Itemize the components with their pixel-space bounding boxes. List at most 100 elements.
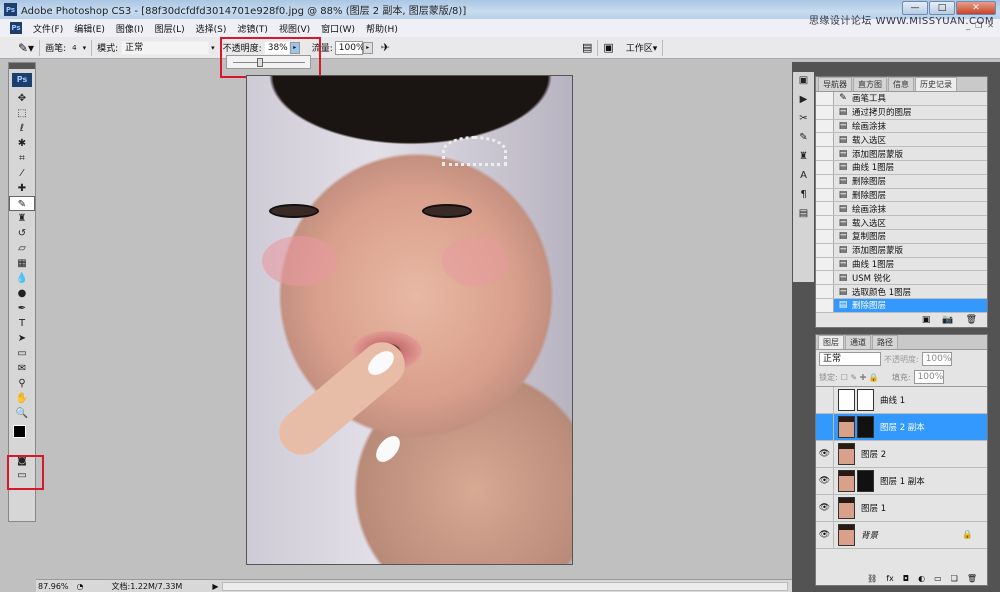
tab-history-panel-1[interactable]: 直方图	[853, 77, 887, 91]
slice-tool-icon[interactable]: ⁄	[9, 166, 35, 181]
tab-history-panel-3[interactable]: 历史记录	[915, 77, 957, 91]
tab-layers-panel-2[interactable]: 路径	[872, 335, 898, 349]
history-item[interactable]: ✎ 画笔工具	[816, 92, 987, 106]
tools-panel-grip[interactable]	[9, 63, 35, 69]
history-brush-tool-icon[interactable]: ↺	[9, 226, 35, 241]
brush-tool-icon[interactable]: ✎▾	[18, 41, 34, 55]
brush-tool-icon[interactable]: ✎	[9, 196, 35, 211]
add-mask-icon[interactable]: ◘	[903, 574, 909, 583]
marquee-tool-icon[interactable]: ⬚	[9, 106, 35, 121]
zoom-level[interactable]: 87.96%	[38, 582, 69, 591]
layer-comps-icon[interactable]: ▤	[794, 208, 813, 224]
history-item[interactable]: ▤ 复制图层	[816, 229, 987, 244]
magic-wand-tool-icon[interactable]: ✱	[9, 136, 35, 151]
tab-history-panel-2[interactable]: 信息	[888, 77, 914, 91]
palette-well-icon[interactable]: ▤	[582, 41, 592, 54]
fill-input[interactable]: 100%	[913, 370, 944, 384]
new-group-icon[interactable]: ▭	[934, 574, 942, 583]
menu-image[interactable]: 图像(I)	[116, 22, 144, 35]
lock-icons[interactable]: ☐ ✎ ✚ 🔒	[841, 373, 879, 382]
flow-slider-toggle[interactable]: ▸	[362, 41, 373, 54]
horizontal-scrollbar[interactable]	[222, 581, 788, 591]
pen-tool-icon[interactable]: ✒	[9, 301, 35, 316]
status-menu-icon[interactable]: ◔	[77, 582, 84, 591]
tab-layers-panel-0[interactable]: 图层	[818, 335, 844, 349]
history-snapshot-checkbox[interactable]	[816, 285, 834, 298]
history-item[interactable]: ▤ 删除图层	[816, 188, 987, 203]
layer-opacity-input[interactable]: 100%	[921, 352, 952, 366]
type-tool-icon[interactable]: T	[9, 316, 35, 331]
adjustment-layer-icon[interactable]: ◐	[918, 574, 925, 583]
clone-source-icon[interactable]: ♜	[794, 151, 813, 167]
tab-history-panel-0[interactable]: 导航器	[818, 77, 852, 91]
hand-tool-icon[interactable]: ✋	[9, 391, 35, 406]
visibility-eye-icon[interactable]	[816, 414, 834, 440]
paragraph-icon[interactable]: ¶	[794, 189, 813, 205]
history-item[interactable]: ▤ 添加图层蒙版	[816, 243, 987, 258]
visibility-eye-icon[interactable]: 👁	[816, 441, 834, 467]
menu-window[interactable]: 窗口(W)	[321, 22, 355, 35]
history-item[interactable]: ▤ USM 锐化	[816, 271, 987, 286]
delete-layer-icon[interactable]: 🗑	[967, 574, 977, 583]
mode-dropdown-icon[interactable]: ▾	[211, 44, 215, 52]
layer-row[interactable]: 曲线 1	[816, 387, 987, 414]
new-layer-icon[interactable]: ❏	[951, 574, 958, 583]
history-snapshot-checkbox[interactable]	[816, 188, 834, 202]
ps-logo-icon[interactable]: Ps	[12, 73, 32, 87]
shape-tool-icon[interactable]: ▭	[9, 346, 35, 361]
history-item[interactable]: ▤ 删除图层	[816, 174, 987, 189]
menu-file[interactable]: 文件(F)	[33, 22, 63, 35]
link-layers-icon[interactable]: ⛓	[867, 574, 877, 583]
history-snapshot-checkbox[interactable]	[816, 92, 834, 105]
visibility-eye-icon[interactable]: 👁	[816, 495, 834, 521]
blend-mode-select[interactable]: 正常	[819, 352, 881, 366]
visibility-eye-icon[interactable]	[816, 387, 834, 413]
menu-view[interactable]: 视图(V)	[279, 22, 310, 35]
history-snapshot-checkbox[interactable]	[816, 105, 834, 119]
history-snapshot-checkbox[interactable]	[816, 243, 834, 257]
history-item[interactable]: ▤ 绘画涂抹	[816, 202, 987, 217]
snapshot-icon[interactable]: 📷	[942, 315, 953, 325]
brushes-icon[interactable]: ✎	[794, 132, 813, 148]
eraser-tool-icon[interactable]: ▱	[9, 241, 35, 256]
layer-row[interactable]: 👁 图层 2	[816, 441, 987, 468]
history-snapshot-checkbox[interactable]	[816, 257, 834, 271]
history-snapshot-checkbox[interactable]	[816, 160, 834, 174]
crop-tool-icon[interactable]: ⌗	[9, 151, 35, 166]
actions-icon[interactable]: ▣	[794, 75, 813, 91]
layer-row[interactable]: 👁 图层 1 副本	[816, 468, 987, 495]
history-snapshot-checkbox[interactable]	[816, 271, 834, 285]
history-item[interactable]: ▤ 曲线 1图层	[816, 160, 987, 175]
layer-row[interactable]: 👁 图层 1	[816, 495, 987, 522]
history-snapshot-checkbox[interactable]	[816, 133, 834, 147]
tool-presets-icon[interactable]: ✂	[794, 113, 813, 129]
history-item[interactable]: ▤ 载入选区	[816, 133, 987, 148]
layer-style-icon[interactable]: fx	[886, 574, 894, 583]
gradient-tool-icon[interactable]: ▦	[9, 256, 35, 271]
delete-state-icon[interactable]: 🗑	[966, 315, 977, 325]
menu-select[interactable]: 选择(S)	[196, 22, 227, 35]
history-item[interactable]: ▤ 绘画涂抹	[816, 119, 987, 134]
new-document-from-state-icon[interactable]: ▣	[922, 315, 931, 325]
history-item[interactable]: ▤ 添加图层蒙版	[816, 147, 987, 161]
play-icon[interactable]: ▶	[794, 94, 813, 110]
menu-help[interactable]: 帮助(H)	[366, 22, 398, 35]
flow-input[interactable]: 100%	[334, 40, 365, 55]
history-item[interactable]: ▤ 通过拷贝的图层	[816, 105, 987, 120]
brush-size[interactable]: 4	[72, 44, 76, 52]
status-arrow-icon[interactable]: ▶	[212, 582, 218, 591]
history-snapshot-checkbox[interactable]	[816, 298, 834, 312]
menu-layer[interactable]: 图层(L)	[155, 22, 185, 35]
history-snapshot-checkbox[interactable]	[816, 174, 834, 188]
history-item[interactable]: ▤ 曲线 1图层	[816, 257, 987, 272]
layer-row[interactable]: 👁 背景 🔒	[816, 522, 987, 549]
character-icon[interactable]: A	[794, 170, 813, 186]
mode-select[interactable]: 正常	[121, 40, 210, 55]
menu-edit[interactable]: 编辑(E)	[74, 22, 105, 35]
history-item[interactable]: ▤ 载入选区	[816, 216, 987, 230]
move-tool-icon[interactable]: ✥	[9, 91, 35, 106]
history-item[interactable]: ▤ 删除图层	[816, 298, 987, 313]
path-selection-tool-icon[interactable]: ➤	[9, 331, 35, 346]
history-snapshot-checkbox[interactable]	[816, 229, 834, 243]
history-snapshot-checkbox[interactable]	[816, 216, 834, 229]
